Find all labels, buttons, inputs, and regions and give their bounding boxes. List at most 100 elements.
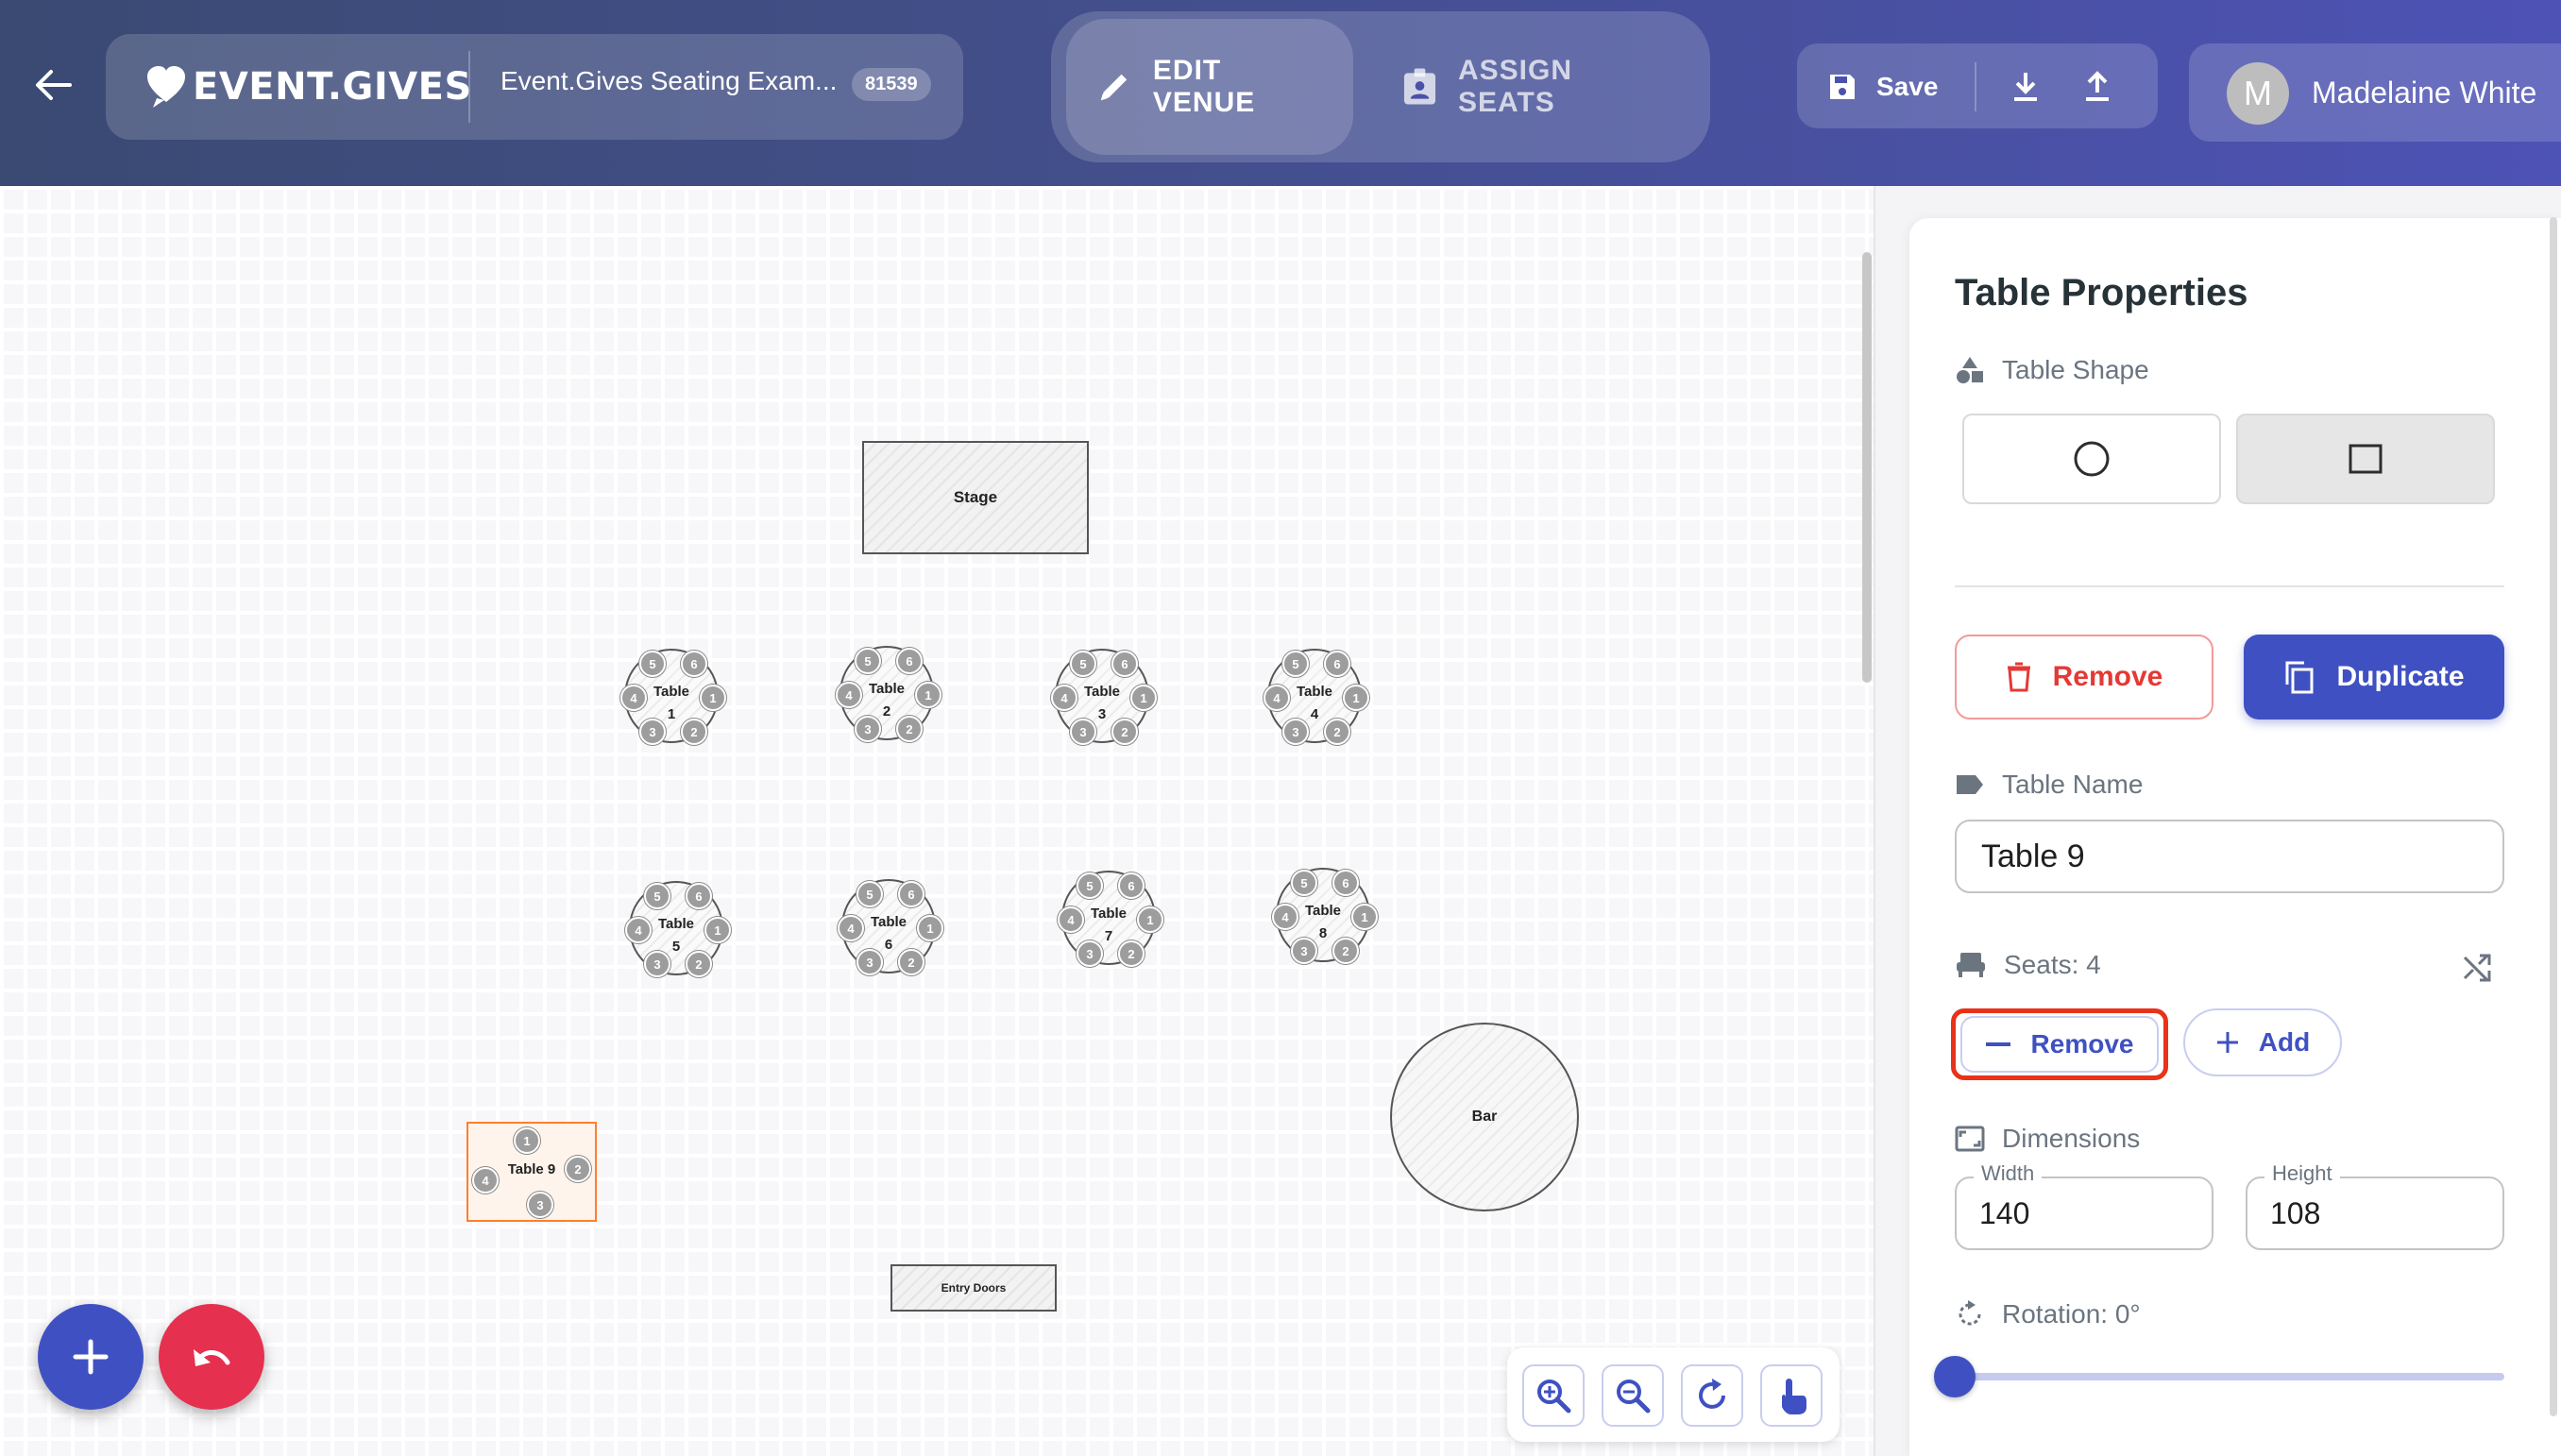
seat[interactable]: 6 (1332, 870, 1359, 896)
panel-scrollbar[interactable] (2550, 217, 2557, 1416)
seat[interactable]: 1 (700, 685, 726, 711)
rotation-slider-track[interactable] (1955, 1373, 2504, 1380)
save-button[interactable]: Save (1827, 62, 1938, 111)
seat[interactable]: 3 (1291, 938, 1317, 964)
seat[interactable]: 2 (681, 719, 707, 745)
seat[interactable]: 6 (898, 881, 924, 907)
pan-mode-button[interactable] (1760, 1364, 1823, 1427)
event-id-badge: 81539 (852, 68, 931, 101)
seat[interactable]: 5 (855, 648, 881, 674)
event-title[interactable]: Event.Gives Seating Exam... (500, 66, 837, 96)
seat[interactable]: 6 (1111, 651, 1138, 677)
remove-table-button[interactable]: Remove (1955, 635, 2213, 720)
seat[interactable]: 3 (856, 949, 883, 975)
table-3[interactable]: Table 3 1 2 3 4 5 6 (1051, 649, 1157, 745)
assign-seats-tab[interactable]: ASSIGN SEATS (1372, 19, 1703, 155)
seat[interactable]: 4 (838, 915, 864, 941)
shape-round-button[interactable] (1962, 414, 2221, 504)
seat[interactable]: 5 (1077, 872, 1103, 899)
seat[interactable]: 5 (1070, 651, 1096, 677)
table-9-selected[interactable]: Table 9 1 2 3 4 (466, 1122, 597, 1222)
seat[interactable]: 6 (1324, 651, 1350, 677)
seat[interactable]: 5 (644, 883, 670, 909)
seat[interactable]: 1 (704, 917, 731, 943)
width-input[interactable]: 140 (1955, 1177, 2213, 1250)
zoom-out-button[interactable] (1602, 1364, 1664, 1427)
seat[interactable]: 5 (1291, 870, 1317, 896)
seat[interactable]: 4 (1058, 906, 1084, 933)
duplicate-table-button[interactable]: Duplicate (2244, 635, 2504, 720)
seat[interactable]: 2 (1332, 938, 1359, 964)
brand-logo[interactable]: EVENT.GIVES (145, 60, 472, 113)
stage-area[interactable]: Stage (862, 441, 1089, 554)
seat[interactable]: 5 (1282, 651, 1309, 677)
seat[interactable]: 6 (686, 883, 712, 909)
table-5[interactable]: Table 5 1 2 3 4 5 6 (625, 881, 731, 977)
user-menu[interactable]: M Madelaine White (2189, 43, 2561, 142)
entry-doors-area[interactable]: Entry Doors (890, 1264, 1057, 1312)
shuffle-seats-button[interactable] (2461, 952, 2493, 984)
seat[interactable]: 4 (620, 685, 647, 711)
seat[interactable]: 2 (898, 949, 924, 975)
back-button[interactable] (28, 57, 77, 113)
seat[interactable]: 3 (644, 951, 670, 977)
shape-square-button[interactable] (2236, 414, 2495, 504)
panel-title: Table Properties (1955, 272, 2248, 313)
seat[interactable]: 4 (625, 917, 652, 943)
table-1[interactable]: Table 1 1 2 3 4 5 6 (620, 649, 726, 745)
seat[interactable]: 3 (1077, 940, 1103, 967)
save-label: Save (1876, 72, 1939, 101)
seat[interactable]: 6 (681, 651, 707, 677)
download-button[interactable] (2005, 64, 2046, 110)
seat[interactable]: 1 (1343, 685, 1369, 711)
edit-venue-tab[interactable]: EDIT VENUE (1066, 19, 1353, 155)
seat[interactable]: 6 (1118, 872, 1145, 899)
seat[interactable]: 5 (856, 881, 883, 907)
seat[interactable]: 1 (1130, 685, 1157, 711)
table-name-input[interactable]: Table 9 (1955, 820, 2504, 893)
undo-button[interactable] (159, 1304, 264, 1410)
seat[interactable]: 2 (1118, 940, 1145, 967)
seat[interactable]: 2 (565, 1156, 591, 1182)
zoom-in-button[interactable] (1522, 1364, 1585, 1427)
seat[interactable]: 1 (514, 1127, 540, 1154)
table-4[interactable]: Table 4 1 2 3 4 5 6 (1264, 649, 1369, 745)
canvas-scrollbar[interactable] (1862, 252, 1872, 683)
add-seat-button[interactable]: Add (2183, 1008, 2342, 1076)
seat[interactable]: 1 (917, 915, 943, 941)
seat[interactable]: 1 (1137, 906, 1163, 933)
seat[interactable]: 4 (836, 682, 862, 708)
seat[interactable]: 3 (527, 1192, 553, 1218)
seat[interactable]: 4 (1272, 904, 1298, 930)
venue-canvas[interactable]: Stage Table 1 1 2 3 4 5 6 Table 2 1 2 3 4 … (0, 186, 1874, 1456)
seat[interactable]: 3 (855, 716, 881, 742)
seat[interactable]: 2 (1324, 719, 1350, 745)
seat[interactable]: 4 (1051, 685, 1077, 711)
reset-view-button[interactable] (1681, 1364, 1743, 1427)
bar-area[interactable]: Bar (1390, 1023, 1579, 1211)
seat[interactable]: 3 (639, 719, 666, 745)
table-7[interactable]: Table 7 1 2 3 4 5 6 (1058, 871, 1163, 967)
seat[interactable]: 4 (472, 1167, 499, 1194)
seat[interactable]: 5 (639, 651, 666, 677)
table-6[interactable]: Table 6 1 2 3 4 5 6 (838, 879, 943, 975)
bar-label: Bar (1471, 1109, 1498, 1125)
heart-chat-icon (147, 66, 185, 108)
add-element-button[interactable] (38, 1304, 144, 1410)
seat[interactable]: 2 (686, 951, 712, 977)
seat[interactable]: 1 (915, 682, 941, 708)
seat[interactable]: 1 (1351, 904, 1378, 930)
seat[interactable]: 2 (896, 716, 923, 742)
remove-seat-button[interactable]: Remove (1960, 1016, 2159, 1073)
seat[interactable]: 2 (1111, 719, 1138, 745)
table-2[interactable]: Table 2 1 2 3 4 5 6 (836, 646, 941, 742)
seat[interactable]: 6 (896, 648, 923, 674)
seat[interactable]: 3 (1282, 719, 1309, 745)
seat[interactable]: 4 (1264, 685, 1290, 711)
table-8[interactable]: Table 8 1 2 3 4 5 6 (1272, 868, 1378, 964)
upload-button[interactable] (2077, 64, 2118, 110)
seat[interactable]: 3 (1070, 719, 1096, 745)
shapes-icon (1957, 357, 1983, 383)
height-input[interactable]: 108 (2246, 1177, 2504, 1250)
rotation-slider-thumb[interactable] (1934, 1356, 1976, 1397)
